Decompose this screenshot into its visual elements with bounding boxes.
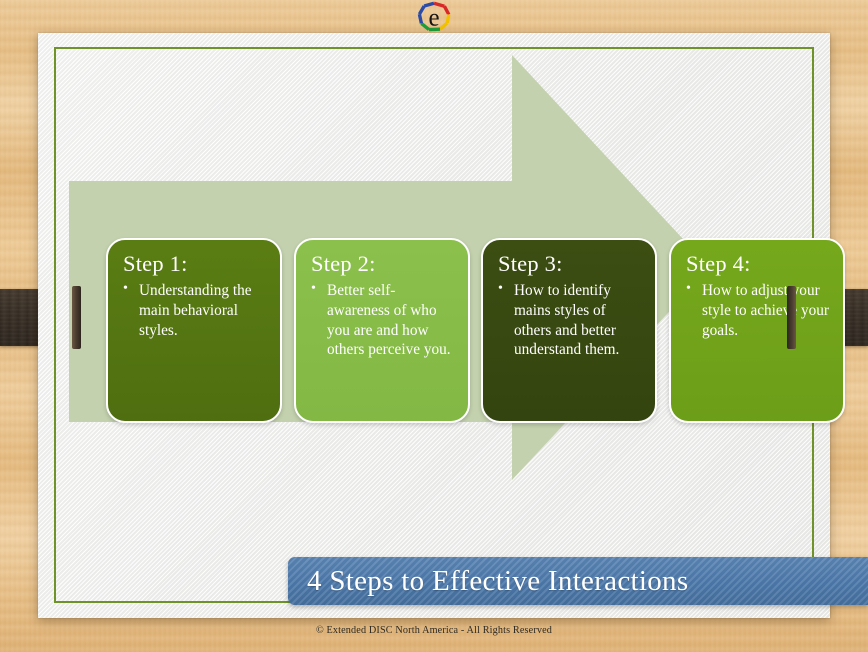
step-3-title: Step 3: (498, 251, 563, 276)
strap-buckle-right (787, 286, 796, 349)
slide-title: 4 Steps to Effective Interactions (307, 564, 689, 597)
step-4-bullet-1: How to adjust your style to achieve your… (685, 280, 831, 340)
step-card-3[interactable]: Step 3: How to identify mains styles of … (481, 238, 657, 423)
step-1-bullets: Understanding the main behavioral styles… (122, 280, 268, 340)
step-1-title: Step 1: (123, 251, 188, 276)
step-4-title: Step 4: (686, 251, 751, 276)
step-3-bullet-1: How to identify mains styles of others a… (497, 280, 643, 360)
step-card-1[interactable]: Step 1: Understanding the main behaviora… (106, 238, 282, 423)
slide-canvas: Step 1: Understanding the main behaviora… (38, 33, 845, 618)
logo-letter: e (428, 5, 439, 32)
copyright-footer: © Extended DISC North America - All Righ… (315, 625, 553, 636)
step-4-bullets: How to adjust your style to achieve your… (685, 280, 831, 340)
step-card-4[interactable]: Step 4: How to adjust your style to achi… (669, 238, 845, 423)
strap-buckle-left (72, 286, 81, 349)
step-3-bullets: How to identify mains styles of others a… (497, 280, 643, 360)
extended-disc-logo: e (416, 1, 452, 32)
step-2-title: Step 2: (311, 251, 376, 276)
step-2-bullets: Better self-awareness of who you are and… (310, 280, 456, 360)
slide-title-banner: 4 Steps to Effective Interactions (288, 557, 868, 605)
step-card-2[interactable]: Step 2: Better self-awareness of who you… (294, 238, 470, 423)
step-2-bullet-1: Better self-awareness of who you are and… (310, 280, 456, 360)
presentation-stage: e Step 1: Understanding the main behavio… (0, 0, 868, 652)
step-1-bullet-1: Understanding the main behavioral styles… (122, 280, 268, 340)
